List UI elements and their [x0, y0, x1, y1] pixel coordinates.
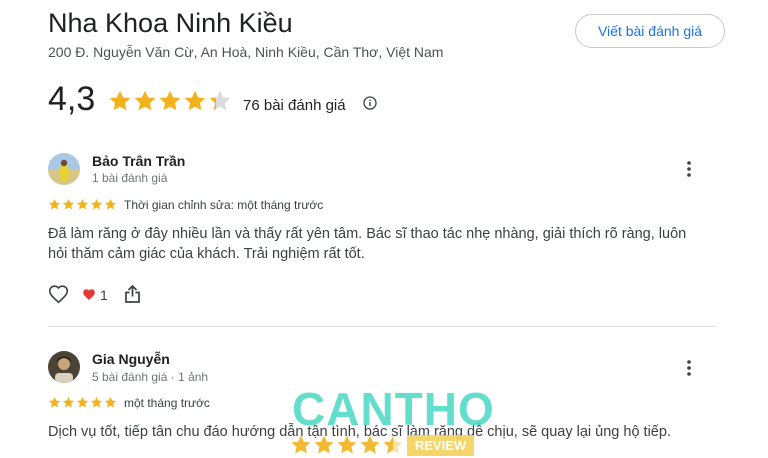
- star-icon: [209, 90, 231, 111]
- star-icon: [314, 435, 334, 454]
- star-icon: [360, 435, 380, 454]
- reviewer-meta: 1 bài đánh giá: [92, 171, 168, 185]
- star-icon: [134, 90, 156, 111]
- star-icon: [76, 396, 89, 408]
- like-icon[interactable]: [48, 284, 69, 309]
- star-icon: [48, 396, 61, 408]
- star-icon: [337, 435, 357, 454]
- watermark-tag: REVIEW: [407, 435, 474, 456]
- reviewer-name[interactable]: Gia Nguyễn: [92, 351, 170, 367]
- star-icon: [184, 90, 206, 111]
- avatar[interactable]: [48, 153, 80, 185]
- review-count: 76 bài đánh giá: [243, 97, 346, 114]
- reviewer-name[interactable]: Bảo Trân Trần: [92, 153, 185, 169]
- watermark-logo: CANTHO: [292, 383, 495, 435]
- heart-reaction-count: 1: [100, 287, 108, 303]
- review-stars: [48, 198, 117, 211]
- review-divider: [48, 326, 716, 327]
- star-icon: [62, 198, 75, 210]
- watermark-stars: [290, 434, 404, 456]
- star-icon: [159, 90, 181, 111]
- share-icon[interactable]: [124, 284, 141, 309]
- review-time: một tháng trước: [124, 396, 210, 410]
- star-icon: [76, 198, 89, 210]
- star-icon: [90, 396, 103, 408]
- review-text: Đã làm răng ở đây nhiều lần và thấy rất …: [48, 226, 687, 262]
- reviewer-meta: 5 bài đánh giá · 1 ảnh: [92, 370, 209, 384]
- avatar[interactable]: [48, 351, 80, 383]
- star-icon: [291, 435, 311, 454]
- star-icon: [104, 396, 117, 408]
- review-time: Thời gian chỉnh sửa: một tháng trước: [124, 198, 324, 212]
- more-options-icon[interactable]: [677, 356, 701, 380]
- star-icon: [62, 396, 75, 408]
- star-icon: [48, 198, 61, 210]
- star-icon: [383, 435, 403, 454]
- review-stars: [48, 396, 117, 409]
- star-icon: [109, 90, 131, 111]
- average-rating: 4,3: [48, 80, 96, 118]
- place-title: Nha Khoa Ninh Kiều: [48, 8, 293, 38]
- write-review-button[interactable]: Viết bài đánh giá: [575, 14, 725, 48]
- average-rating-stars: [108, 89, 232, 113]
- more-options-icon[interactable]: [677, 157, 701, 181]
- star-icon: [90, 198, 103, 210]
- info-icon[interactable]: [363, 96, 377, 115]
- heart-reaction-icon[interactable]: [82, 288, 96, 306]
- star-icon: [104, 198, 117, 210]
- place-address: 200 Đ. Nguyễn Văn Cừ, An Hoà, Ninh Kiều,…: [48, 44, 444, 60]
